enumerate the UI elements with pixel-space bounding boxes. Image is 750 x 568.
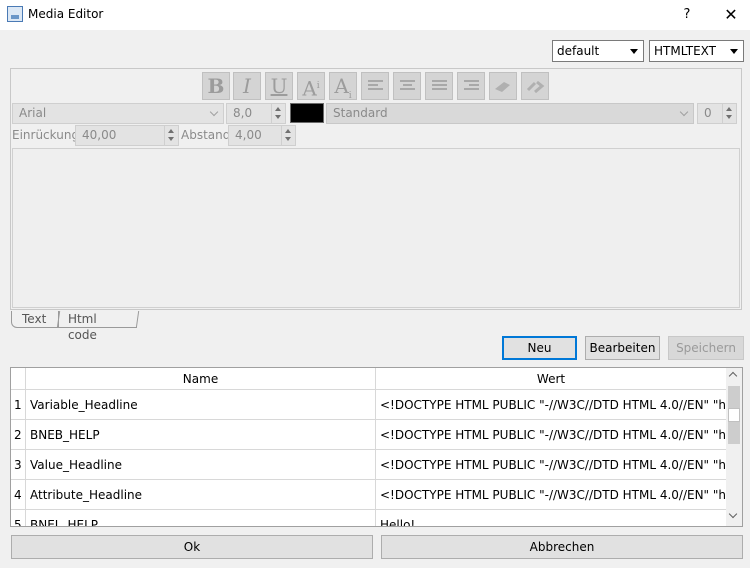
name-cell[interactable]: Value_Headline [26, 450, 376, 480]
chevron-down-icon [630, 49, 638, 54]
align-justify-button[interactable] [425, 72, 453, 100]
italic-icon: I [243, 74, 251, 98]
indent-value: 40,00 [82, 128, 117, 142]
value-cell[interactable]: <!DOCTYPE HTML PUBLIC "-//W3C//DTD HTML … [376, 390, 727, 420]
table-row[interactable]: 1 Variable_Headline <!DOCTYPE HTML PUBLI… [11, 390, 727, 420]
row-number: 2 [11, 420, 26, 450]
scroll-up-icon[interactable] [728, 371, 738, 381]
new-button[interactable]: Neu [502, 336, 577, 360]
edit-button[interactable]: Bearbeiten [585, 336, 660, 360]
superscript-button[interactable]: Ai [297, 72, 325, 100]
insert-link-button[interactable] [489, 72, 517, 100]
style-dropdown-value: default [557, 44, 600, 58]
align-right-button[interactable] [457, 72, 485, 100]
title-bar [0, 0, 750, 30]
align-center-icon [400, 80, 415, 92]
chevron-down-icon [209, 107, 219, 117]
paragraph-number-spinner[interactable]: 0 [697, 103, 737, 124]
align-right-icon [464, 80, 479, 92]
window-title: Media Editor [28, 7, 104, 21]
format-dropdown[interactable]: HTMLTEXT [649, 40, 744, 62]
tab-html-code[interactable]: Html code [56, 311, 140, 342]
table-row[interactable]: 2 BNEB_HELP <!DOCTYPE HTML PUBLIC "-//W3… [11, 420, 727, 450]
style-dropdown[interactable]: default [552, 40, 644, 62]
row-number: 5 [11, 510, 26, 526]
font-family-value: Arial [19, 106, 47, 120]
table-corner-header [11, 368, 26, 390]
paragraph-style-value: Standard [333, 106, 388, 120]
font-size-spinner[interactable]: 8,0 [226, 103, 286, 124]
table-scrollbar[interactable] [726, 368, 742, 526]
bold-icon: B [207, 74, 225, 98]
name-cell[interactable]: Attribute_Headline [26, 480, 376, 510]
chevron-down-icon [679, 107, 689, 117]
row-number: 4 [11, 480, 26, 510]
spacing-label: Abstand: [181, 128, 235, 142]
bold-button[interactable]: B [202, 72, 230, 100]
spinner-arrows-icon[interactable] [281, 126, 295, 145]
align-justify-icon [432, 80, 447, 92]
value-cell[interactable]: Hello! [376, 510, 727, 526]
superscript-icon: A [302, 76, 317, 100]
italic-button[interactable]: I [233, 72, 261, 100]
underline-button[interactable]: U [265, 72, 293, 100]
variables-table: Name Wert 1 Variable_Headline <!DOCTYPE … [10, 367, 743, 527]
name-cell[interactable]: Variable_Headline [26, 390, 376, 420]
ok-button[interactable]: Ok [11, 535, 373, 559]
indent-label: Einrückung: [12, 128, 84, 142]
row-number: 3 [11, 450, 26, 480]
value-cell[interactable]: <!DOCTYPE HTML PUBLIC "-//W3C//DTD HTML … [376, 420, 727, 450]
subscript-icon: A [334, 74, 349, 98]
tab-text[interactable]: Text [11, 311, 59, 328]
indent-spinner[interactable]: 40,00 [75, 125, 179, 146]
help-button[interactable]: ? [672, 2, 702, 28]
align-left-icon [368, 80, 383, 92]
column-header-value[interactable]: Wert [376, 368, 727, 390]
spinner-arrows-icon[interactable] [722, 104, 736, 123]
cancel-button[interactable]: Abbrechen [381, 535, 743, 559]
spinner-arrows-icon[interactable] [164, 126, 178, 145]
underline-icon: U [270, 74, 288, 98]
font-color-swatch[interactable] [290, 103, 324, 123]
name-cell[interactable]: BNEB_HELP [26, 420, 376, 450]
align-left-button[interactable] [361, 72, 389, 100]
value-cell[interactable]: <!DOCTYPE HTML PUBLIC "-//W3C//DTD HTML … [376, 450, 727, 480]
save-button[interactable]: Speichern [668, 336, 744, 360]
spacing-value: 4,00 [235, 128, 262, 142]
scroll-down-icon[interactable] [728, 509, 738, 519]
font-family-select[interactable]: Arial [12, 103, 224, 124]
font-size-value: 8,0 [233, 106, 253, 120]
spinner-arrows-icon[interactable] [271, 104, 285, 123]
tab-html-code-label: Html code [67, 312, 97, 342]
table-row[interactable]: 4 Attribute_Headline <!DOCTYPE HTML PUBL… [11, 480, 727, 510]
table-row[interactable]: 3 Value_Headline <!DOCTYPE HTML PUBLIC "… [11, 450, 727, 480]
subscript-button[interactable]: Ai [329, 72, 357, 100]
value-cell[interactable]: <!DOCTYPE HTML PUBLIC "-//W3C//DTD HTML … [376, 480, 727, 510]
format-dropdown-value: HTMLTEXT [654, 44, 716, 58]
close-button[interactable]: ✕ [713, 2, 749, 28]
unlink-icon [526, 80, 545, 94]
subscript-mark: i [348, 91, 352, 100]
paragraph-number-value: 0 [704, 106, 712, 120]
app-icon [7, 6, 23, 22]
row-number: 1 [11, 390, 26, 420]
table-row[interactable]: 5 BNEL_HELP Hello! [11, 510, 727, 526]
align-center-button[interactable] [393, 72, 421, 100]
scrollbar-grip[interactable] [728, 408, 740, 422]
name-cell[interactable]: BNEL_HELP [26, 510, 376, 526]
link-icon [495, 82, 510, 92]
text-edit-area[interactable] [12, 148, 740, 308]
remove-link-button[interactable] [521, 72, 549, 100]
paragraph-style-select[interactable]: Standard [326, 103, 694, 124]
chevron-down-icon [730, 49, 738, 54]
column-header-name[interactable]: Name [26, 368, 376, 390]
spacing-spinner[interactable]: 4,00 [228, 125, 296, 146]
superscript-mark: i [316, 81, 320, 91]
